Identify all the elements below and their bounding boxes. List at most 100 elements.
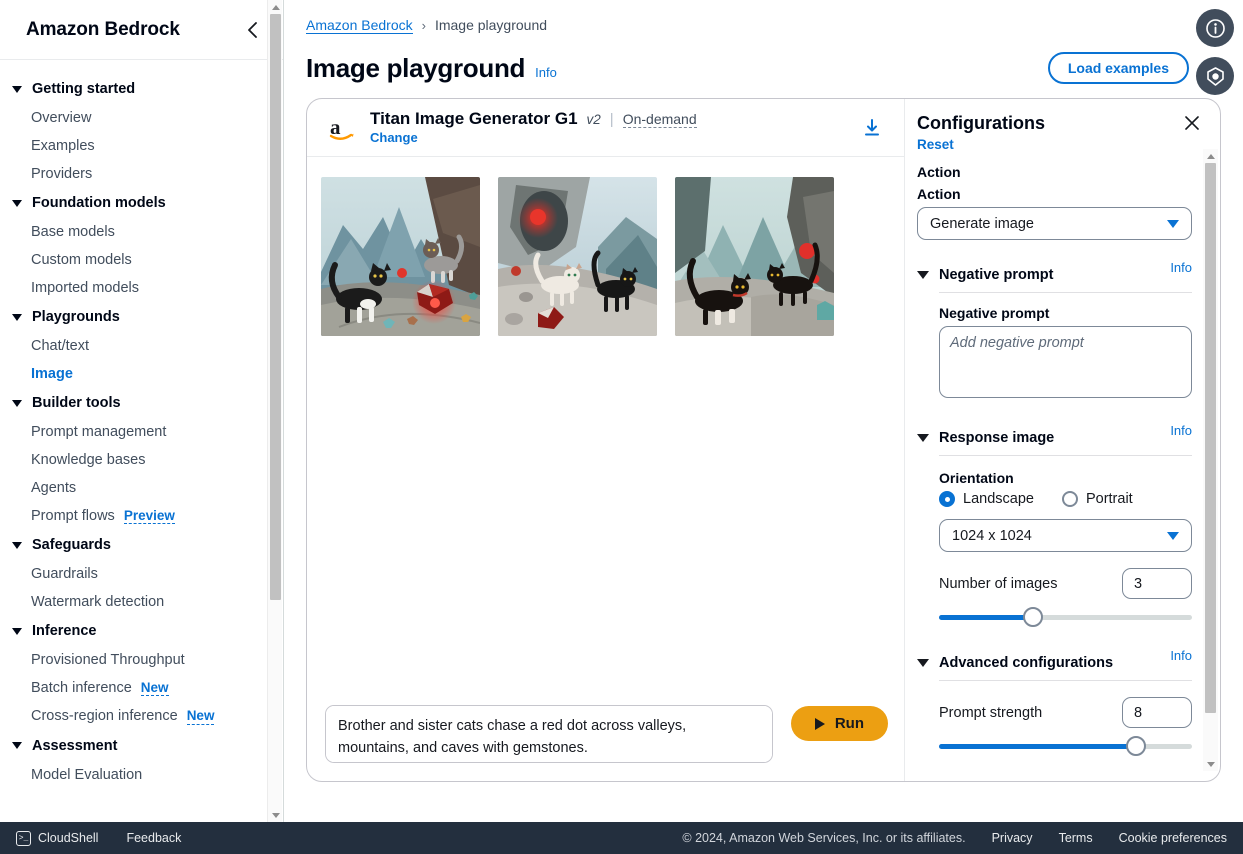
negative-prompt-field-wrap: Negative prompt — [917, 305, 1192, 403]
generated-image-2[interactable] — [498, 177, 657, 336]
advanced-configurations-section-header[interactable]: Advanced configurations Info — [917, 648, 1192, 677]
sidebar-item-agents[interactable]: Agents — [0, 474, 283, 502]
model-divider: | — [609, 110, 614, 128]
download-icon[interactable] — [858, 114, 886, 142]
chevron-left-icon[interactable] — [241, 19, 263, 41]
run-button[interactable]: Run — [790, 706, 888, 741]
app-root: Amazon Bedrock Getting started Overview Ex… — [0, 0, 1243, 854]
caret-down-icon — [12, 85, 22, 93]
number-of-images-row: Number of images 3 — [939, 568, 1192, 599]
cookie-preferences-link[interactable]: Cookie preferences — [1119, 831, 1227, 845]
sidebar-scrollbar-thumb[interactable] — [270, 14, 281, 600]
sidebar-item-label: Chat/text — [31, 338, 90, 354]
sidebar-item-provisioned-throughput[interactable]: Provisioned Throughput — [0, 646, 283, 674]
prompt-strength-value: 8 — [1134, 704, 1143, 721]
configurations-scrollbar[interactable] — [1203, 149, 1218, 771]
scroll-up-arrow-icon[interactable] — [268, 0, 283, 14]
sidebar-item-label: Provisioned Throughput — [31, 652, 185, 669]
sidebar-group-label: Safeguards — [32, 537, 111, 554]
reset-link[interactable]: Reset — [917, 137, 1045, 152]
sidebar-item-badge: New — [186, 708, 215, 725]
load-examples-button[interactable]: Load examples — [1047, 52, 1189, 84]
sidebar-group-playgrounds[interactable]: Playgrounds — [0, 302, 283, 332]
page-header: Image playground Info Load examples — [306, 46, 1221, 84]
sidebar-item-label: Custom models — [31, 252, 132, 268]
cloudshell-button[interactable]: >_ CloudShell — [16, 830, 98, 846]
configurations-title: Configurations — [917, 113, 1045, 133]
sidebar-item-prompt-management[interactable]: Prompt management — [0, 418, 283, 446]
breadcrumb-root-link[interactable]: Amazon Bedrock — [306, 17, 413, 34]
orientation-option-portrait[interactable]: Portrait — [1061, 491, 1133, 507]
prompt-strength-slider[interactable] — [939, 735, 1192, 757]
close-icon[interactable] — [1182, 113, 1202, 133]
negative-prompt-section-title: Negative prompt — [939, 266, 1054, 283]
sidebar-item-model-evaluation[interactable]: Model Evaluation — [0, 761, 283, 789]
sidebar-item-examples[interactable]: Examples — [0, 132, 283, 160]
sidebar-item-base-models[interactable]: Base models — [0, 218, 283, 246]
sidebar-item-chat-text[interactable]: Chat/text — [0, 332, 283, 360]
sidebar-item-prompt-flows[interactable]: Prompt flows Preview — [0, 502, 283, 530]
feedback-link[interactable]: Feedback — [126, 831, 181, 845]
radio-unselected-icon — [1061, 491, 1078, 507]
sidebar-group-assessment[interactable]: Assessment — [0, 731, 283, 761]
sidebar-item-guardrails[interactable]: Guardrails — [0, 560, 283, 588]
response-image-info-link[interactable]: Info — [1170, 423, 1192, 438]
configurations-scrollbar-thumb[interactable] — [1205, 163, 1216, 713]
sidebar-item-overview[interactable]: Overview — [0, 104, 283, 132]
sidebar-item-knowledge-bases[interactable]: Knowledge bases — [0, 446, 283, 474]
scroll-down-arrow-icon[interactable] — [1203, 757, 1218, 771]
sidebar-item-label: Prompt management — [31, 424, 167, 440]
model-version: v2 — [586, 111, 601, 127]
negative-prompt-input[interactable] — [939, 326, 1192, 398]
prompt-input[interactable] — [325, 705, 773, 763]
sidebar-item-label: Agents — [31, 480, 77, 496]
copyright-text: © 2024, Amazon Web Services, Inc. or its… — [682, 831, 966, 845]
sidebar-group-getting-started[interactable]: Getting started — [0, 74, 283, 104]
slider-knob[interactable] — [1022, 607, 1043, 627]
slider-knob[interactable] — [1126, 736, 1147, 756]
terms-link[interactable]: Terms — [1059, 831, 1093, 845]
action-select[interactable]: Generate image — [917, 207, 1192, 240]
sidebar-item-cross-region-inference[interactable]: Cross-region inference New — [0, 702, 283, 730]
orientation-option-landscape[interactable]: Landscape — [939, 491, 1034, 507]
sidebar-group-builder-tools[interactable]: Builder tools — [0, 388, 283, 418]
run-button-label: Run — [834, 715, 864, 732]
footer-right: © 2024, Amazon Web Services, Inc. or its… — [682, 831, 1227, 845]
response-image-section-header[interactable]: Response image Info — [917, 423, 1192, 452]
prompt-strength-input[interactable]: 8 — [1122, 697, 1192, 728]
generated-image-1[interactable] — [321, 177, 480, 336]
scroll-down-arrow-icon[interactable] — [268, 808, 283, 822]
number-of-images-input[interactable]: 3 — [1122, 568, 1192, 599]
change-model-link[interactable]: Change — [370, 130, 418, 145]
number-of-images-label: Number of images — [939, 575, 1058, 592]
sidebar-item-providers[interactable]: Providers — [0, 160, 283, 188]
negative-prompt-info-link[interactable]: Info — [1170, 260, 1192, 275]
sidebar-group-foundation-models[interactable]: Foundation models — [0, 188, 283, 218]
model-pricing-mode[interactable]: On-demand — [622, 111, 697, 128]
sidebar-group-label: Inference — [32, 623, 97, 640]
negative-prompt-section-header[interactable]: Negative prompt Info — [917, 260, 1192, 289]
info-circle-icon[interactable] — [1196, 9, 1234, 47]
sidebar-scrollbar[interactable] — [267, 0, 282, 822]
number-of-images-slider[interactable] — [939, 606, 1192, 628]
sidebar-group-inference[interactable]: Inference — [0, 616, 283, 646]
scroll-up-arrow-icon[interactable] — [1203, 149, 1218, 163]
sidebar-item-imported-models[interactable]: Imported models — [0, 274, 283, 302]
sidebar-group-safeguards[interactable]: Safeguards — [0, 530, 283, 560]
caret-down-icon — [917, 270, 929, 279]
privacy-link[interactable]: Privacy — [992, 831, 1033, 845]
page-info-link[interactable]: Info — [535, 65, 557, 80]
sidebar-item-image[interactable]: Image — [0, 360, 283, 388]
generated-image-3[interactable] — [675, 177, 834, 336]
response-image-section-title: Response image — [939, 429, 1055, 446]
configurations-panel: Configurations Reset Action Action Gener… — [905, 99, 1220, 781]
advanced-info-link[interactable]: Info — [1170, 648, 1192, 663]
sidebar-item-watermark-detection[interactable]: Watermark detection — [0, 588, 283, 616]
sidebar-item-custom-models[interactable]: Custom models — [0, 246, 283, 274]
shield-security-icon[interactable] — [1196, 57, 1234, 95]
resolution-select[interactable]: 1024 x 1024 — [939, 519, 1192, 552]
model-name: Titan Image Generator G1 — [370, 108, 578, 128]
caret-down-icon — [12, 199, 22, 207]
sidebar-item-label: Examples — [31, 138, 95, 154]
sidebar-item-batch-inference[interactable]: Batch inference New — [0, 674, 283, 702]
